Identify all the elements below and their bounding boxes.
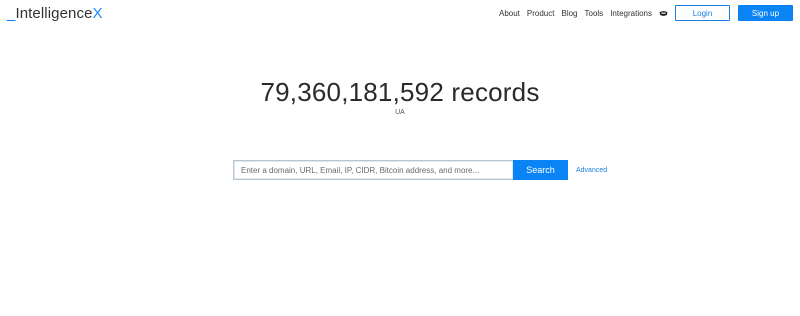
logo-x: X <box>92 5 103 22</box>
nav-about-link[interactable]: About <box>499 9 520 18</box>
nav-product-link[interactable]: Product <box>527 9 555 18</box>
logo[interactable]: _IntelligenceX <box>7 5 103 22</box>
top-navbar: _IntelligenceX About Product Blog Tools … <box>0 0 800 30</box>
search-button[interactable]: Search <box>513 160 568 180</box>
nav-integrations-link[interactable]: Integrations <box>610 9 652 18</box>
region-label: UA <box>395 109 405 116</box>
nav-tools-link[interactable]: Tools <box>585 9 604 18</box>
page: _IntelligenceX About Product Blog Tools … <box>0 0 800 316</box>
search-bar: Search <box>233 160 568 180</box>
logo-text: Intelligence <box>15 5 93 22</box>
nav-links: About Product Blog Tools Integrations <box>499 9 693 18</box>
ninja-hat-icon[interactable] <box>659 10 668 17</box>
advanced-search-link[interactable]: Advanced <box>576 167 607 174</box>
records-count: 79,360,181,592 records <box>260 77 540 107</box>
signup-button[interactable]: Sign up <box>738 5 793 21</box>
search-input[interactable] <box>233 160 513 180</box>
nav-blog-link[interactable]: Blog <box>561 9 577 18</box>
login-button[interactable]: Login <box>675 5 730 21</box>
